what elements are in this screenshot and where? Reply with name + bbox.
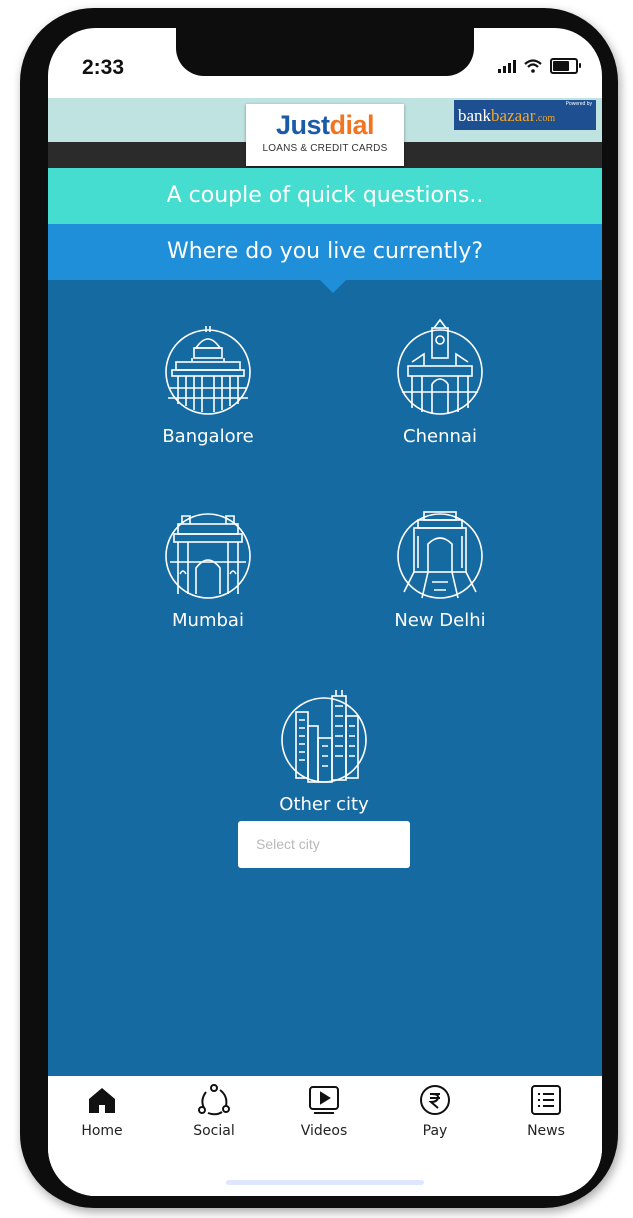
mumbai-gateway-icon	[165, 513, 251, 599]
status-time: 2:33	[82, 56, 125, 79]
video-play-icon	[309, 1086, 339, 1114]
tab-label: Home	[81, 1123, 123, 1139]
justdial-logo: Justdial LOANS & CREDIT CARDS	[246, 104, 404, 166]
city-option-chennai[interactable]: Chennai	[350, 318, 530, 447]
wifi-icon	[524, 59, 542, 73]
intro-banner: A couple of quick questions..	[48, 168, 602, 224]
tab-label: News	[527, 1123, 565, 1139]
city-label: Bangalore	[162, 426, 254, 447]
chennai-landmark-icon	[397, 318, 483, 415]
tab-home[interactable]: Home	[52, 1084, 152, 1139]
home-indicator[interactable]	[226, 1180, 424, 1185]
city-label: Chennai	[403, 426, 477, 447]
city-selection-panel: Bangalore Chennai Mumbai New Delhi Other…	[48, 280, 602, 1076]
select-city-dropdown[interactable]: Select city	[238, 821, 410, 868]
city-skyline-icon	[281, 690, 367, 783]
tab-news[interactable]: News	[496, 1084, 596, 1139]
city-label: New Delhi	[394, 610, 486, 631]
question-heading: Where do you live currently?	[48, 224, 602, 280]
city-label: Other city	[279, 794, 369, 815]
tab-videos[interactable]: Videos	[274, 1084, 374, 1139]
city-label: Mumbai	[172, 610, 244, 631]
bottom-tab-bar: Home Social Videos Pay News	[48, 1076, 602, 1196]
news-icon	[531, 1085, 561, 1115]
city-option-new-delhi[interactable]: New Delhi	[350, 502, 530, 631]
india-gate-icon	[397, 511, 483, 599]
rupee-icon	[420, 1085, 450, 1115]
city-option-other[interactable]: Other city	[234, 686, 414, 815]
tab-label: Videos	[300, 1123, 348, 1139]
tab-label: Social	[193, 1123, 235, 1139]
question-pointer	[320, 280, 346, 293]
home-icon	[89, 1088, 115, 1113]
city-option-mumbai[interactable]: Mumbai	[118, 502, 298, 631]
phone-notch	[176, 28, 474, 76]
cellular-signal-icon	[498, 59, 516, 73]
tab-social[interactable]: Social	[164, 1084, 264, 1139]
tab-label: Pay	[422, 1123, 448, 1139]
bankbazaar-logo: Powered by bankbazaar.com	[454, 100, 596, 130]
city-option-bangalore[interactable]: Bangalore	[118, 318, 298, 447]
app-screen: 2:33 Justdial LOANS & CREDIT CARDS Power…	[48, 28, 602, 1196]
tab-pay[interactable]: Pay	[385, 1084, 485, 1139]
battery-icon	[550, 58, 581, 74]
bangalore-landmark-icon	[165, 326, 251, 415]
social-icon	[198, 1084, 230, 1116]
status-icons	[498, 58, 581, 74]
logo-subtitle: LOANS & CREDIT CARDS	[262, 143, 388, 154]
